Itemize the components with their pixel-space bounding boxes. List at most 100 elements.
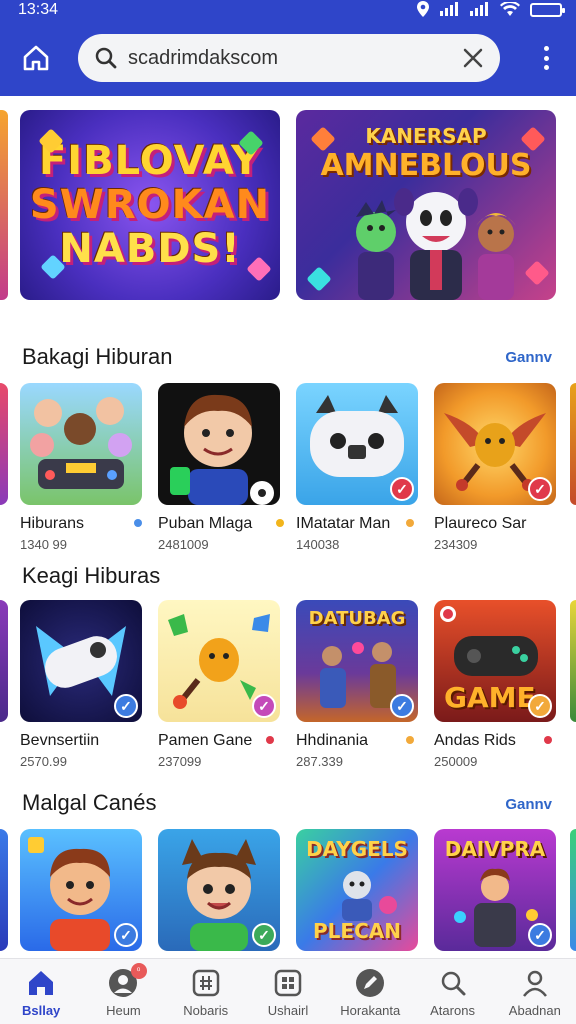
search-icon	[437, 967, 469, 999]
game-row-3: ✓ ✓ DAYGELS PLECAN DAIVPRA ✓	[0, 829, 576, 958]
home-icon	[25, 967, 57, 999]
nav-label: Atarons	[430, 1003, 475, 1018]
nav-item-account[interactable]: Abadnan	[494, 959, 576, 1024]
game-card[interactable]: Puban Mlaga 2481009	[158, 383, 284, 552]
banner-1-line-1: FIBLOVAY	[38, 138, 262, 184]
game-title: Plaureco Sar	[434, 515, 527, 532]
nav-item-grid[interactable]: Nobaris	[165, 959, 247, 1024]
game-card[interactable]: ✓ Pamen Gane 237099	[158, 600, 280, 769]
game-card[interactable]: GAME ✓ Andas Rids 250009	[434, 600, 556, 769]
game-thumbnail	[20, 383, 142, 505]
home-button[interactable]	[8, 30, 64, 86]
thumbnail-title-text: DATUBAG	[308, 608, 406, 629]
game-title: Hiburans	[20, 515, 85, 532]
search-bar[interactable]	[78, 34, 500, 82]
nav-label: Horakanta	[340, 1003, 401, 1018]
game-title: Pamen Gane	[158, 732, 253, 749]
nav-label: Nobaris	[183, 1003, 229, 1018]
thumbnail-game-text: GAME	[444, 681, 536, 714]
verified-badge-icon: ✓	[390, 694, 414, 718]
game-row-1: Hiburans 1340 99 Puban Mlaga 2481009 ✓ I…	[0, 383, 576, 563]
nav-label: Heum	[106, 1003, 141, 1018]
boy-character-illustration	[170, 394, 274, 505]
game-title: Bevnsertiin	[20, 732, 100, 749]
thumbnail-title-top: DAIVPRA	[444, 837, 546, 861]
game-thumbnail: ✓	[434, 383, 556, 505]
game-thumbnail: ✓	[296, 383, 418, 505]
section-title-3: Malgal Canés	[22, 790, 157, 815]
game-title: Puban Mlaga	[158, 515, 253, 532]
game-row-2: ✓ Bevnsertiin 2570.99 ✓ Pamen Gane 23709…	[0, 600, 576, 780]
banner-carousel-edge[interactable]	[0, 110, 8, 300]
featured-banner-2[interactable]: KANERSAP AMNEBLOUS	[296, 110, 556, 300]
grid-square-icon	[190, 967, 222, 999]
verified-badge-icon: ✓	[114, 694, 138, 718]
game-card[interactable]: ✓ IMatatar Man 140038	[296, 383, 418, 552]
game-thumbnail: ✓	[158, 829, 280, 951]
game-download-count: 2481009	[158, 537, 209, 552]
row-3-next-card-edge[interactable]	[570, 829, 576, 951]
game-download-count: 2570.99	[20, 754, 67, 769]
game-thumbnail: GAME ✓	[434, 600, 556, 722]
more-options-button[interactable]	[534, 42, 558, 74]
section-title-2: Keagi Hiburas	[22, 563, 161, 588]
nav-label: Ushairl	[267, 1003, 309, 1018]
status-dot	[266, 736, 274, 744]
nav-label: Bsllay	[21, 1003, 61, 1018]
game-download-count: 234309	[434, 537, 478, 552]
game-card[interactable]: ✓ Bevnsertiin 2570.99	[20, 600, 142, 769]
game-thumbnail: DAYGELS PLECAN	[296, 829, 418, 951]
game-download-count: 250009	[434, 754, 478, 769]
game-card[interactable]: DAYGELS PLECAN	[296, 829, 418, 951]
top-app-bar	[0, 20, 576, 96]
game-card[interactable]: DATUBAG ✓ Hhdinania 287.339	[296, 600, 418, 769]
verified-badge-icon: ✓	[528, 477, 552, 501]
game-thumbnail: ✓	[158, 600, 280, 722]
row-2-prev-card-edge[interactable]	[0, 600, 8, 722]
nav-item-profile[interactable]: ⁰ Heum	[82, 959, 164, 1024]
game-card[interactable]: ✓	[20, 829, 142, 951]
verified-badge-icon: ✓	[390, 477, 414, 501]
account-icon	[519, 967, 551, 999]
clear-search-icon[interactable]	[462, 47, 484, 69]
verified-badge-icon: ✓	[528, 694, 552, 718]
game-card[interactable]: ✓ Plaureco Sar 234309	[434, 383, 556, 552]
nav-item-search[interactable]: Atarons	[411, 959, 493, 1024]
game-title: Andas Rids	[434, 732, 516, 749]
nav-item-home[interactable]: Bsllay	[0, 959, 82, 1024]
signal-icon	[440, 1, 460, 19]
verified-badge-icon: ✓	[252, 923, 276, 947]
row-1-next-card-edge[interactable]	[570, 383, 576, 505]
game-thumbnail: ✓	[20, 829, 142, 951]
group-characters-illustration	[30, 397, 132, 489]
game-card[interactable]: DAIVPRA ✓	[434, 829, 556, 951]
banner-1-line-2: SWROKAN	[29, 182, 271, 228]
status-dot	[544, 736, 552, 744]
status-dot	[406, 519, 414, 527]
section-1-see-all-link[interactable]: Gannv	[505, 349, 552, 366]
game-card[interactable]: Hiburans 1340 99	[20, 383, 142, 552]
signal-icon-2	[470, 1, 490, 19]
row-3-prev-card-edge[interactable]	[0, 829, 8, 951]
game-title: Hhdinania	[296, 732, 369, 749]
game-card[interactable]: ✓	[158, 829, 280, 951]
nav-item-edit[interactable]: Horakanta	[329, 959, 411, 1024]
game-thumbnail: DATUBAG ✓	[296, 600, 418, 722]
banner-1-line-3: NABDS!	[59, 226, 241, 272]
bottom-navigation: Bsllay ⁰ Heum Nobaris Ushairl Horakanta …	[0, 958, 576, 1024]
game-download-count: 140038	[296, 537, 340, 552]
search-input[interactable]	[128, 46, 462, 70]
status-dot	[406, 736, 414, 744]
row-1-prev-card-edge[interactable]	[0, 383, 8, 505]
verified-badge-icon: ✓	[252, 694, 276, 718]
nav-item-apps[interactable]: Ushairl	[247, 959, 329, 1024]
main-content: FIBLOVAY SWROKAN NABDS! KANERSAP AMNEBLO…	[0, 96, 576, 958]
thumbnail-title-top: DAYGELS	[306, 837, 408, 861]
thumbnail-title-bottom: PLECAN	[313, 919, 401, 943]
row-2-next-card-edge[interactable]	[570, 600, 576, 722]
section-3-see-all-link[interactable]: Gannv	[505, 796, 552, 813]
status-icons	[416, 0, 565, 20]
game-download-count: 287.339	[296, 754, 343, 769]
featured-banner-1[interactable]: FIBLOVAY SWROKAN NABDS!	[20, 110, 280, 300]
banner-characters-illustration	[356, 188, 516, 300]
